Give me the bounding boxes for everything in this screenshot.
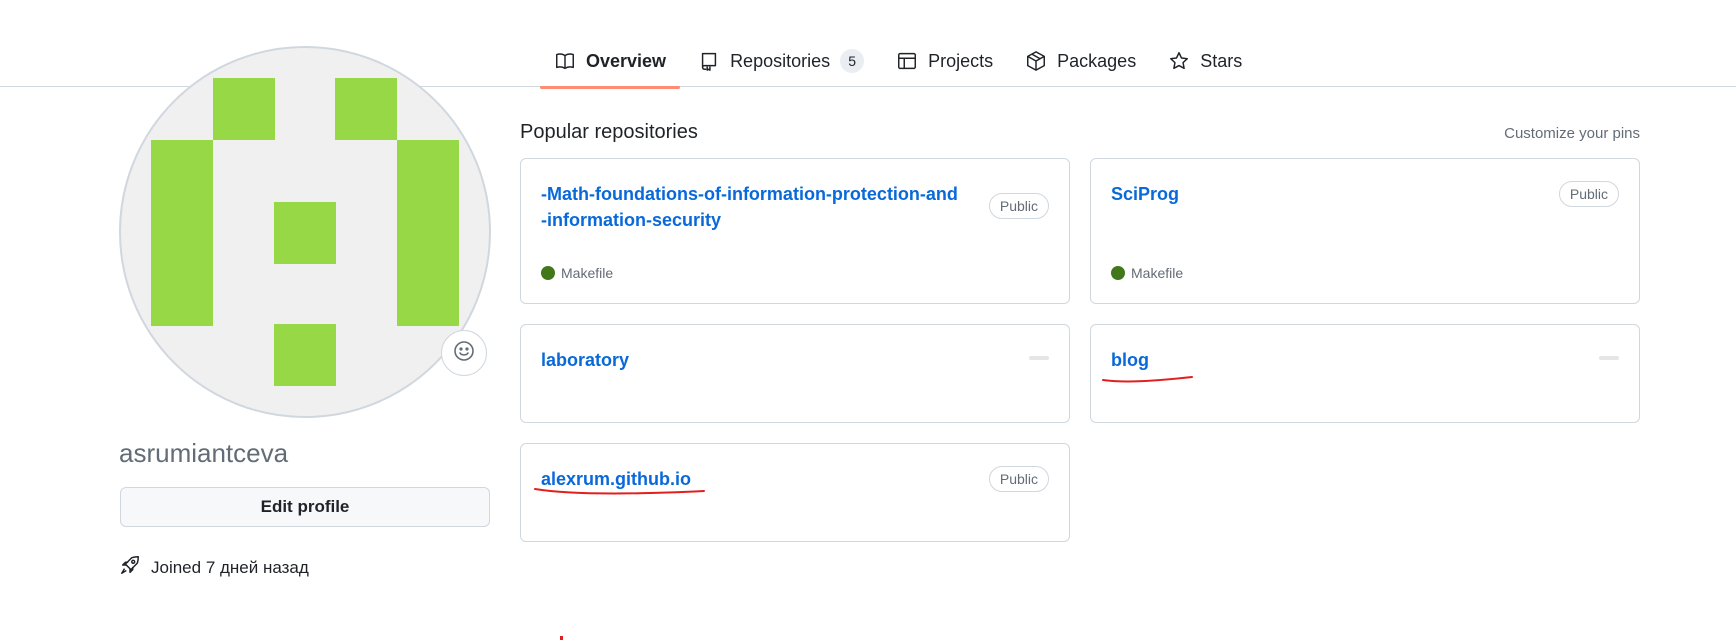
identicon-block	[213, 78, 275, 140]
repo-name-link[interactable]: blog	[1111, 347, 1531, 373]
avatar-container	[119, 46, 491, 418]
customize-pins-link[interactable]: Customize your pins	[1504, 125, 1640, 142]
tab-projects[interactable]: Projects	[882, 40, 1007, 82]
identicon-block	[151, 140, 213, 326]
joined-text: Joined 7 дней назад	[151, 557, 309, 577]
tab-stars-label: Stars	[1200, 50, 1243, 71]
set-status-button[interactable]	[441, 330, 487, 376]
repo-card: laboratory	[520, 324, 1070, 423]
identicon-block	[335, 78, 397, 140]
avatar[interactable]	[119, 46, 491, 418]
tab-packages-label: Packages	[1057, 50, 1137, 71]
identicon-block	[274, 324, 336, 386]
smiley-icon	[452, 339, 476, 368]
visibility-badge-placeholder	[1599, 356, 1619, 360]
popular-repositories-title: Popular repositories	[520, 121, 698, 143]
repo-card: -Math-foundations-of-information-protect…	[520, 158, 1070, 304]
star-icon	[1168, 50, 1190, 72]
repo-card: blog	[1090, 324, 1640, 423]
tab-overview[interactable]: Overview	[540, 40, 681, 89]
profile-tabs: Overview Repositories 5 Projects Package…	[540, 36, 1260, 89]
joined-date: Joined 7 дней назад	[119, 554, 309, 581]
repo-card: alexrum.github.io Public	[520, 443, 1070, 542]
package-icon	[1025, 50, 1047, 72]
book-icon	[554, 50, 576, 72]
tab-stars[interactable]: Stars	[1154, 40, 1256, 82]
tab-repositories[interactable]: Repositories 5	[684, 40, 878, 82]
edit-profile-button[interactable]: Edit profile	[120, 487, 490, 527]
tab-packages[interactable]: Packages	[1011, 40, 1150, 82]
language-color-dot	[1111, 266, 1125, 280]
repo-name-link[interactable]: laboratory	[541, 347, 961, 373]
rocket-icon	[119, 554, 151, 581]
repo-name-link[interactable]: alexrum.github.io	[541, 466, 961, 492]
repo-icon	[698, 50, 720, 72]
language-label: Makefile	[1131, 265, 1184, 281]
annotation-mark	[560, 636, 563, 640]
username: asrumiantceva	[119, 438, 289, 468]
language-color-dot	[541, 266, 555, 280]
repositories-count-badge: 5	[840, 49, 865, 73]
table-icon	[896, 50, 918, 72]
identicon-block	[397, 140, 459, 326]
repo-name-link[interactable]: -Math-foundations-of-information-protect…	[541, 181, 961, 233]
visibility-badge-placeholder	[1029, 356, 1049, 360]
identicon-block	[274, 202, 336, 264]
language-label: Makefile	[561, 265, 614, 281]
visibility-badge: Public	[1558, 181, 1619, 207]
repo-language: Makefile	[541, 265, 613, 281]
tab-projects-label: Projects	[928, 50, 994, 71]
repo-language: Makefile	[1111, 265, 1183, 281]
tab-repositories-label: Repositories	[730, 50, 831, 71]
visibility-badge: Public	[988, 193, 1049, 219]
repo-card: SciProg Public Makefile	[1090, 158, 1640, 304]
visibility-badge: Public	[988, 466, 1049, 492]
repo-name-link[interactable]: SciProg	[1111, 181, 1531, 207]
tab-overview-label: Overview	[586, 50, 667, 71]
